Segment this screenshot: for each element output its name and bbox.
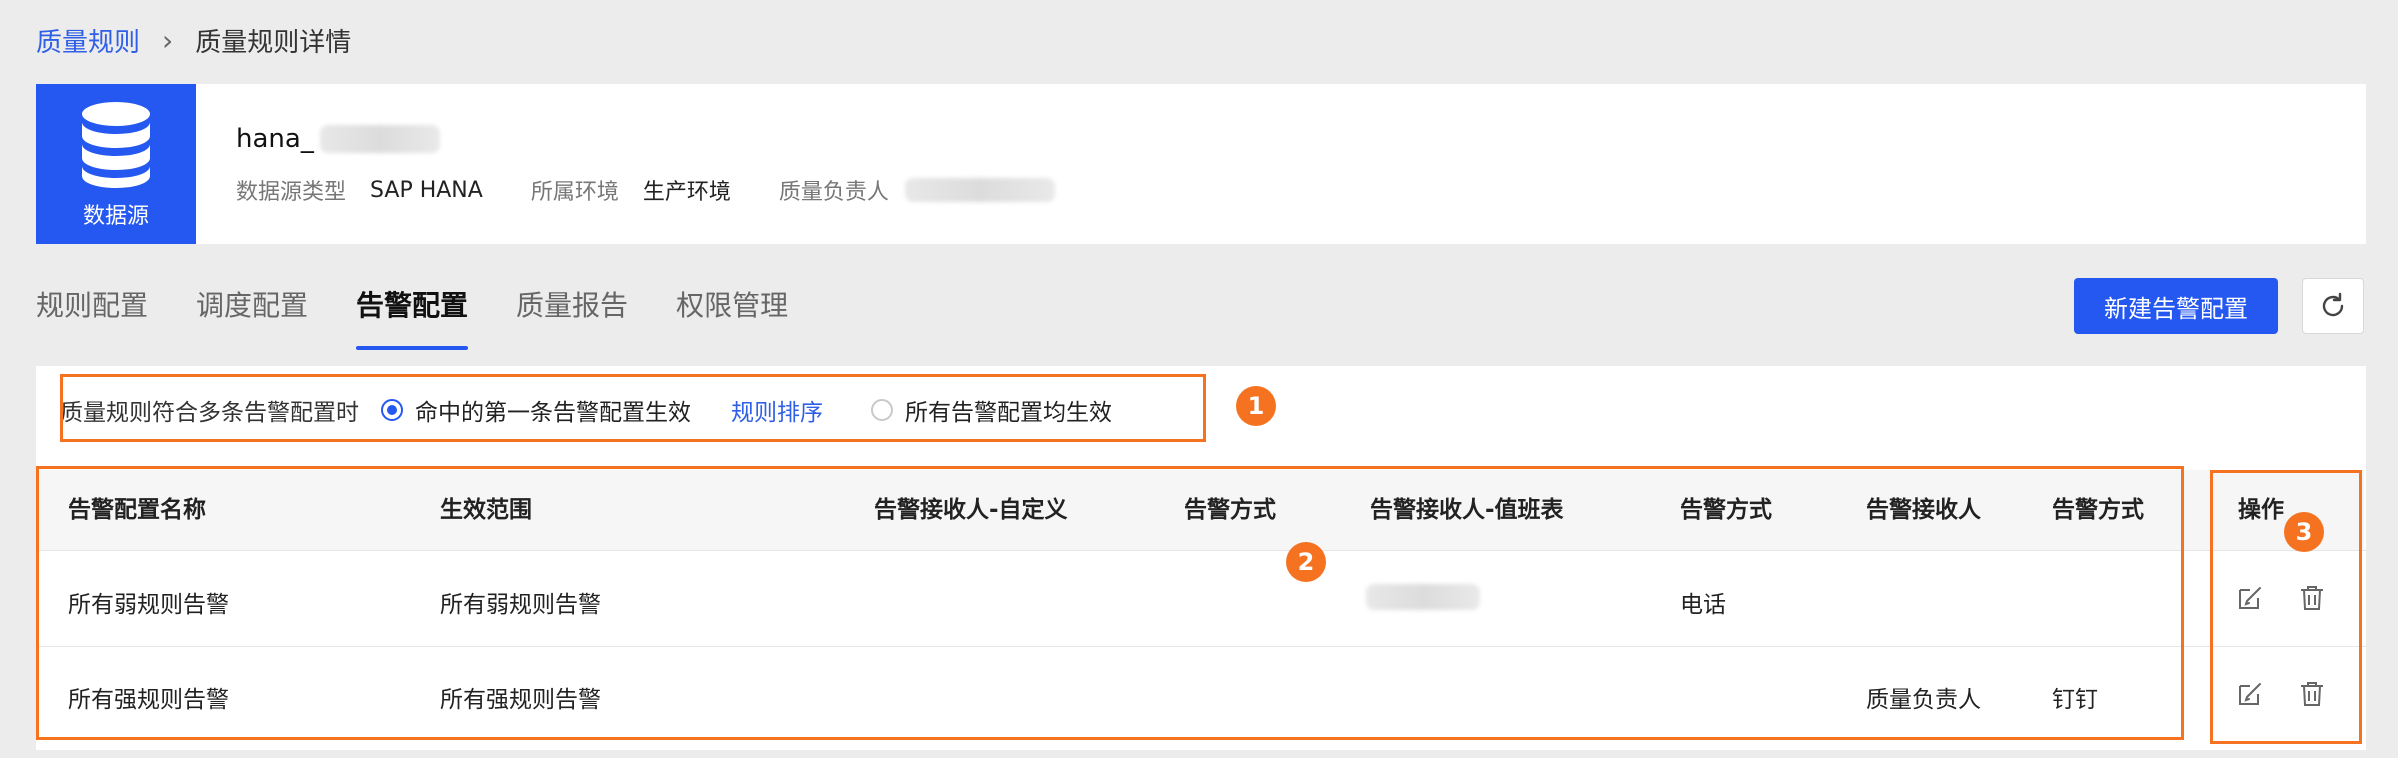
breadcrumb: 质量规则 › 质量规则详情: [36, 18, 351, 62]
annotation-box-2: [36, 466, 2184, 740]
refresh-button[interactable]: [2302, 278, 2364, 334]
env-label: 所属环境: [530, 180, 619, 205]
breadcrumb-link-quality-rules[interactable]: 质量规则: [36, 22, 140, 59]
datasource-name-text: hana_: [236, 124, 314, 154]
env-value: 生产环境: [642, 180, 731, 205]
datasource-tile-label: 数据源: [82, 204, 149, 229]
tab-bar: 规则配置 调度配置 告警配置 质量报告 权限管理: [36, 284, 836, 354]
type-value: SAP HANA: [370, 177, 483, 203]
new-alert-config-button[interactable]: 新建告警配置: [2074, 278, 2278, 334]
tab-alert-config[interactable]: 告警配置: [356, 284, 469, 354]
annotation-badge-1: 1: [1236, 386, 1276, 426]
type-label: 数据源类型: [236, 180, 347, 205]
breadcrumb-current: 质量规则详情: [195, 27, 352, 58]
owner-label: 质量负责人: [778, 180, 889, 205]
annotation-box-1: [60, 374, 1206, 442]
refresh-icon: [2322, 292, 2344, 317]
datasource-name: hana_: [236, 124, 440, 154]
datasource-tile: 数据源: [36, 84, 196, 244]
breadcrumb-separator-icon: ›: [162, 23, 174, 57]
database-icon: [82, 102, 150, 188]
annotation-box-3: [2210, 470, 2362, 744]
tab-permission[interactable]: 权限管理: [676, 284, 788, 354]
annotation-badge-3: 3: [2284, 512, 2324, 552]
datasource-meta: 数据源类型 SAP HANA 所属环境 生产环境 质量负责人: [236, 174, 1055, 206]
tab-schedule-config[interactable]: 调度配置: [196, 284, 308, 354]
datasource-card: 数据源 hana_ 数据源类型 SAP HANA 所属环境 生产环境 质量负责人: [36, 84, 2366, 244]
redacted-owner: [904, 178, 1055, 202]
annotation-badge-2: 2: [1286, 542, 1326, 582]
tab-quality-report[interactable]: 质量报告: [516, 284, 628, 354]
tab-rule-config[interactable]: 规则配置: [36, 284, 148, 354]
redacted-name: [319, 125, 440, 153]
